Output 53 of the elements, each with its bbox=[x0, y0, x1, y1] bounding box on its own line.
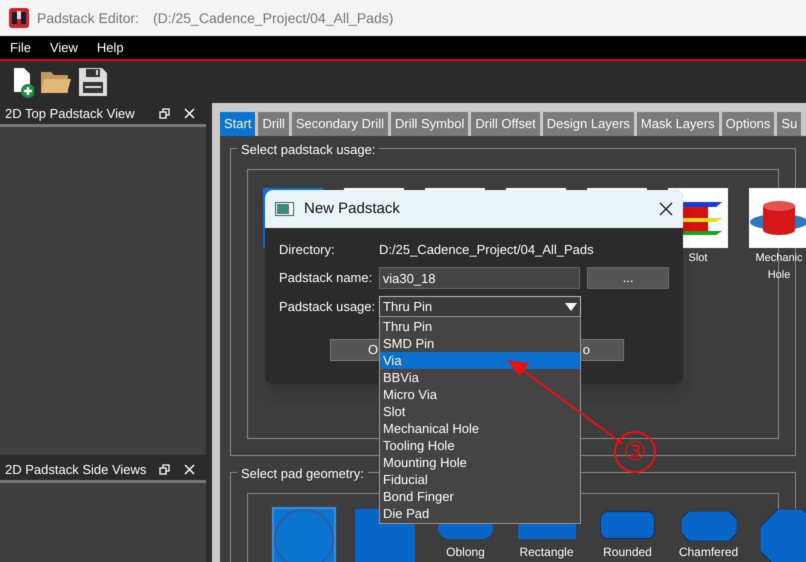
dialog-title: New Padstack bbox=[304, 198, 401, 219]
pad-shape-tile[interactable] bbox=[274, 509, 334, 562]
dropdown-option[interactable]: Tooling Hole bbox=[380, 437, 580, 454]
dropdown-option[interactable]: SMD Pin bbox=[380, 335, 580, 352]
tab[interactable]: Drill bbox=[258, 112, 289, 136]
dropdown-option[interactable]: Slot bbox=[380, 403, 580, 420]
window-icon bbox=[275, 202, 294, 216]
app-logo-icon bbox=[9, 8, 29, 28]
usage-label: Mechanic Hole bbox=[754, 251, 804, 283]
tab[interactable]: Mask Layers bbox=[636, 112, 719, 136]
tab[interactable]: Secondary Drill bbox=[292, 112, 388, 136]
field-label: Padstack name: bbox=[279, 269, 374, 288]
usage-tile[interactable] bbox=[749, 188, 806, 248]
close-icon[interactable] bbox=[659, 202, 673, 216]
panel-title: 2D Top Padstack View bbox=[5, 104, 136, 123]
tab[interactable]: Options bbox=[722, 112, 774, 136]
panel-title: 2D Padstack Side Views bbox=[5, 460, 148, 479]
dropdown-option[interactable]: Mounting Hole bbox=[380, 454, 580, 471]
browse-button[interactable]: ... bbox=[587, 267, 669, 289]
float-icon[interactable] bbox=[159, 464, 170, 475]
dropdown-option[interactable]: Mechanical Hole bbox=[380, 420, 580, 437]
name-field[interactable]: via30_18 bbox=[378, 267, 580, 289]
float-icon[interactable] bbox=[159, 108, 170, 119]
tab[interactable]: Su bbox=[777, 112, 802, 136]
hole-cylinder-icon bbox=[749, 198, 806, 238]
pad-shape-label: Rounded bbox=[603, 545, 652, 559]
pad-shape-label: Oblong bbox=[446, 545, 485, 559]
directory-path: D:/25_Cadence_Project/04_All_Pads bbox=[379, 241, 594, 260]
window-title: Padstack Editor: bbox=[37, 8, 139, 28]
window-path: (D:/25_Cadence_Project/04_All_Pads) bbox=[152, 8, 394, 28]
menu-item[interactable]: File bbox=[3, 38, 38, 58]
save-icon[interactable] bbox=[78, 67, 108, 97]
dropdown-caret-icon bbox=[565, 303, 577, 311]
usage-label: Slot bbox=[688, 251, 708, 266]
field-label: Directory: bbox=[279, 241, 336, 260]
pad-shape-label: Chamfered bbox=[678, 545, 738, 559]
menu-item[interactable]: View bbox=[42, 38, 85, 58]
tab[interactable]: Design Layers bbox=[542, 112, 634, 136]
dropdown-option[interactable]: BBVia bbox=[380, 369, 580, 386]
menu-item[interactable]: Help bbox=[90, 38, 131, 58]
dropdown-option[interactable]: Via bbox=[380, 352, 580, 369]
dropdown-option[interactable]: Die Pad bbox=[380, 505, 580, 522]
pad-shape-label: Rectangle bbox=[519, 545, 574, 559]
dropdown-option[interactable]: Thru Pin bbox=[380, 318, 580, 335]
usage-dropdown[interactable]: Thru Pin bbox=[379, 296, 581, 318]
field-label: Padstack usage: bbox=[279, 298, 376, 316]
dropdown-option[interactable]: Fiducial bbox=[380, 471, 580, 488]
dropdown-option[interactable]: Bond Finger bbox=[380, 488, 580, 505]
tab[interactable]: Drill Offset bbox=[471, 112, 540, 136]
dropdown-option[interactable]: Micro Via bbox=[380, 386, 580, 403]
annotation-number: ③ bbox=[614, 431, 656, 473]
tab[interactable]: Start bbox=[220, 112, 256, 136]
tab[interactable]: Drill Symbol bbox=[391, 112, 468, 136]
